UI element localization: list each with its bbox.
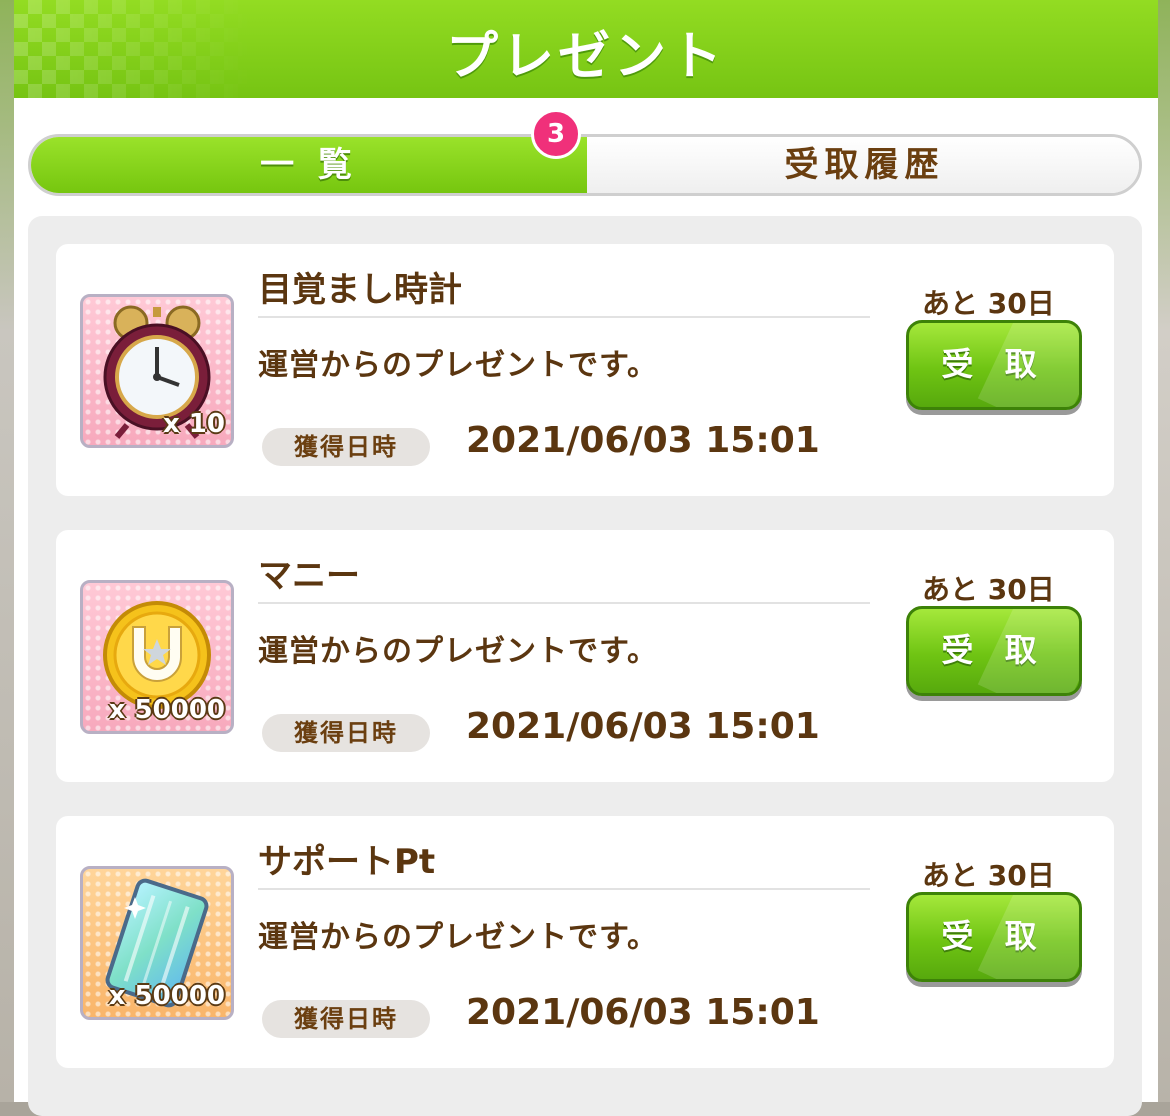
tab-list[interactable]: 一 覧 [31,137,587,193]
remaining-days: あと 30日 [922,859,1055,892]
item-description: 運営からのプレゼントです。 [258,634,658,669]
divider [258,316,870,318]
item-icon-frame: x 50000 [80,580,234,734]
item-quantity: x 10 [162,409,225,439]
item-icon-frame: x 50000 [80,866,234,1020]
item-icon-frame: x 10 [80,294,234,448]
acquired-date-label: 獲得日時 [262,1000,430,1038]
present-item: x 50000 サポートPt 運営からのプレゼントです。 獲得日時 2021/0… [56,816,1114,1068]
item-description: 運営からのプレゼントです。 [258,920,658,955]
item-name: サポートPt [258,842,436,882]
acquired-date: 2021/06/03 15:01 [466,420,820,461]
present-item: x 50000 マニー 運営からのプレゼントです。 獲得日時 2021/06/0… [56,530,1114,782]
present-item: x 10 目覚まし時計 運営からのプレゼントです。 獲得日時 2021/06/0… [56,244,1114,496]
item-quantity: x 50000 [108,695,225,725]
acquired-date: 2021/06/03 15:01 [466,992,820,1033]
acquired-date-label: 獲得日時 [262,714,430,752]
divider [258,602,870,604]
acquired-date: 2021/06/03 15:01 [466,706,820,747]
page-title: プレゼント [445,27,726,87]
notification-badge: 3 [531,109,581,159]
remaining-days: あと 30日 [922,573,1055,606]
background-right [1158,0,1170,1102]
present-list[interactable]: x 10 目覚まし時計 運営からのプレゼントです。 獲得日時 2021/06/0… [28,216,1142,1116]
remaining-days: あと 30日 [922,287,1055,320]
item-name: マニー [258,556,360,596]
receive-button[interactable]: 受 取 [906,320,1082,410]
background-left [0,0,14,1102]
receive-button[interactable]: 受 取 [906,892,1082,982]
item-quantity: x 50000 [108,981,225,1011]
divider [258,888,870,890]
receive-button[interactable]: 受 取 [906,606,1082,696]
tab-history[interactable]: 受取履歴 [587,137,1139,193]
item-name: 目覚まし時計 [258,270,462,310]
acquired-date-label: 獲得日時 [262,428,430,466]
tab-bar: 一 覧 受取履歴 [28,134,1142,196]
header-bar: プレゼント [14,0,1158,98]
present-panel: プレゼント 一 覧 受取履歴 3 x 10 目覚まし時計 運営からのプレゼントで… [14,0,1158,1116]
item-description: 運営からのプレゼントです。 [258,348,658,383]
